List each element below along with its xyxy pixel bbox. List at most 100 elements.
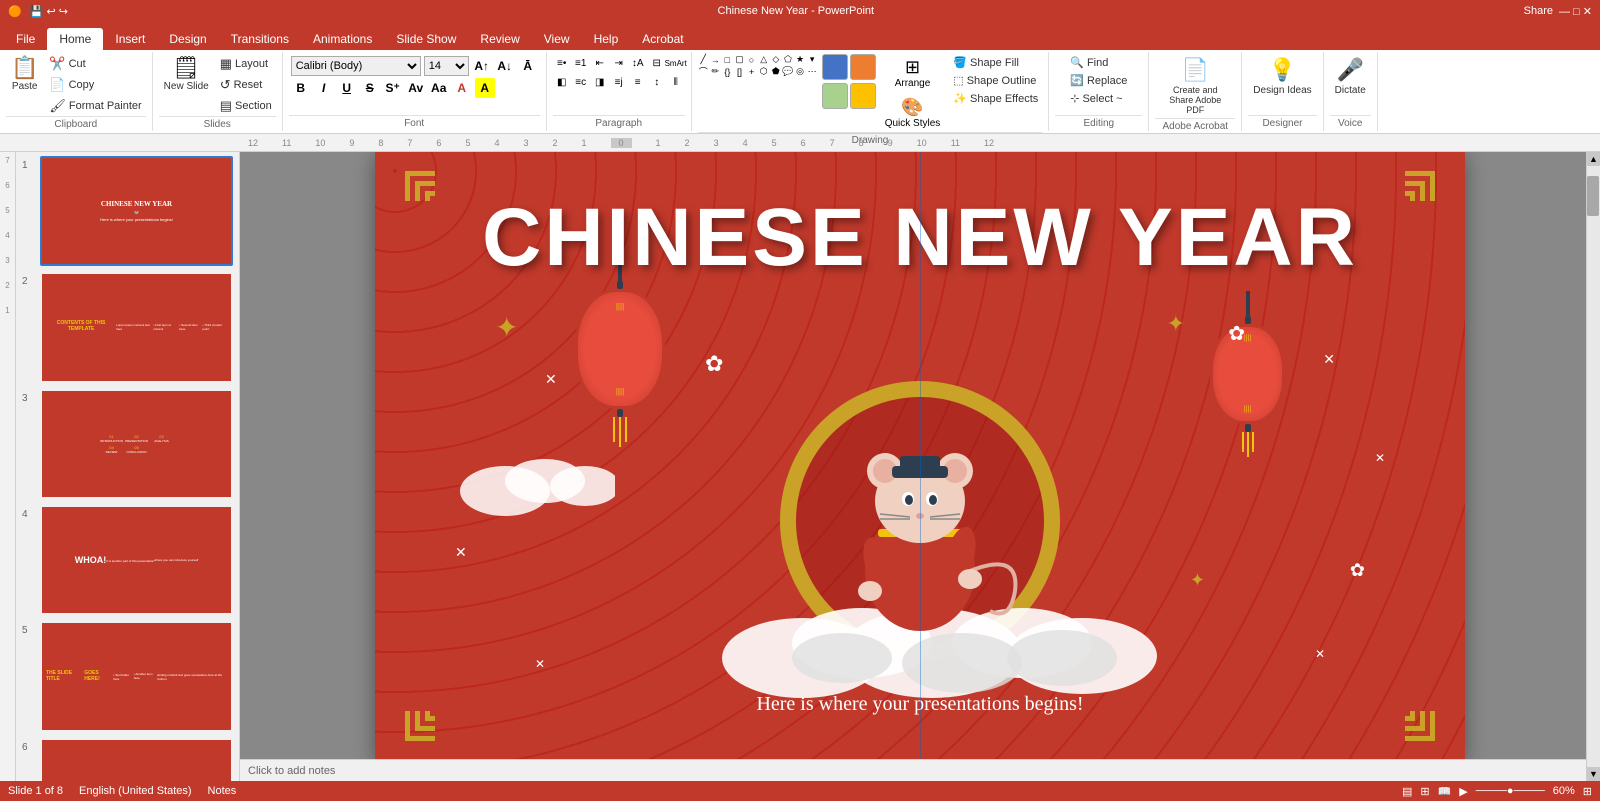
char-spacing-btn[interactable]: Av <box>406 78 426 98</box>
shape-fill-button[interactable]: 🪣 Shape Fill <box>949 54 1042 71</box>
tab-help[interactable]: Help <box>582 28 631 50</box>
view-slideshow-btn[interactable]: ▶ <box>1459 785 1467 798</box>
slide-thumb-4[interactable]: 4 WHOA! It is another part of this prese… <box>22 505 233 615</box>
tab-acrobat[interactable]: Acrobat <box>630 28 695 50</box>
slide-canvas-area[interactable]: CHINESE NEW YEAR ✦ ✕ ✕ ✕ ✕ ✕ ✕ ✦ ✦ |||| … <box>240 152 1600 759</box>
cut-button[interactable]: ✂️ Cut <box>45 54 145 74</box>
align-right-btn[interactable]: ◨ <box>591 73 609 91</box>
zoom-slider[interactable]: ────●──── <box>1476 785 1545 797</box>
align-text-btn[interactable]: ⊟ <box>648 54 666 72</box>
shape-more[interactable]: ▾ <box>807 54 818 65</box>
shape-tri[interactable]: △ <box>758 54 769 65</box>
slide-subtitle[interactable]: Here is where your presentations begins! <box>375 693 1465 716</box>
shape-donut[interactable]: ◎ <box>795 66 806 77</box>
strikethrough-btn[interactable]: S <box>360 78 380 98</box>
notes-text[interactable]: Click to add notes <box>248 765 335 777</box>
line-spacing-btn[interactable]: ↕ <box>648 73 666 91</box>
shape-octagon[interactable]: ⬟ <box>770 66 781 77</box>
tab-insert[interactable]: Insert <box>103 28 157 50</box>
main-slide[interactable]: CHINESE NEW YEAR ✦ ✕ ✕ ✕ ✕ ✕ ✕ ✦ ✦ |||| … <box>375 152 1465 759</box>
slide-thumb-6[interactable]: 6 <box>22 738 233 781</box>
copy-button[interactable]: 📄 Copy <box>45 75 145 95</box>
shape-bracket[interactable]: [] <box>734 66 745 77</box>
shape-arrow[interactable]: → <box>710 54 721 65</box>
convert-smartart-btn[interactable]: SmArt <box>667 54 685 72</box>
shape-hexagon[interactable]: ⬡ <box>758 66 769 77</box>
scroll-track[interactable] <box>1587 166 1600 767</box>
slide-thumb-3[interactable]: 3 01INTRODUCTION 02PRESENTATION 03ANALYS… <box>22 389 233 499</box>
bullets-btn[interactable]: ≡• <box>553 54 571 72</box>
slide-preview-5[interactable]: THE SLIDE TITLE GOES HERE! • Text bullet… <box>40 621 233 731</box>
slide-preview-4[interactable]: WHOA! It is another part of this present… <box>40 505 233 615</box>
shape-cross[interactable]: + <box>746 66 757 77</box>
shape-brace[interactable]: {} <box>722 66 733 77</box>
quick-styles-button[interactable]: 🎨 Quick Styles <box>880 94 946 132</box>
quickstyle-2[interactable] <box>850 54 876 80</box>
view-normal-btn[interactable]: ▤ <box>1402 785 1412 798</box>
arrange-button[interactable]: ⊞ Arrange <box>880 54 946 92</box>
font-size-select[interactable]: 14 <box>424 56 469 76</box>
tab-design[interactable]: Design <box>157 28 218 50</box>
quickstyle-4[interactable] <box>850 83 876 109</box>
align-left-btn[interactable]: ◧ <box>553 73 571 91</box>
scrollbar-vertical[interactable]: ▲ ▼ <box>1586 152 1600 781</box>
fit-btn[interactable]: ⊞ <box>1583 785 1592 798</box>
increase-indent-btn[interactable]: ⇥ <box>610 54 628 72</box>
tab-view[interactable]: View <box>532 28 582 50</box>
shape-rounded[interactable]: ▢ <box>734 54 745 65</box>
replace-button[interactable]: 🔄 Replace <box>1066 72 1131 89</box>
highlight-btn[interactable]: A <box>475 78 495 98</box>
shape-rect[interactable]: □ <box>722 54 733 65</box>
view-reading-btn[interactable]: 📖 <box>1438 785 1452 798</box>
shape-line[interactable]: ╱ <box>698 54 709 65</box>
tab-review[interactable]: Review <box>468 28 531 50</box>
slide-thumb-1[interactable]: 1 CHINESE NEW YEAR 🐭 Here is where your … <box>22 156 233 266</box>
tab-home[interactable]: Home <box>47 28 103 50</box>
slide-preview-6[interactable] <box>40 738 233 781</box>
scroll-up-btn[interactable]: ▲ <box>1587 152 1600 166</box>
columns-btn[interactable]: ⫴ <box>667 73 685 91</box>
slide-preview-1[interactable]: CHINESE NEW YEAR 🐭 Here is where your pr… <box>40 156 233 266</box>
scroll-down-btn[interactable]: ▼ <box>1587 767 1600 781</box>
shape-diamond[interactable]: ◇ <box>770 54 781 65</box>
notes-bar[interactable]: Click to add notes <box>240 759 1600 781</box>
shape-effects-button[interactable]: ✨ Shape Effects <box>949 90 1042 107</box>
bold-btn[interactable]: B <box>291 78 311 98</box>
find-button[interactable]: 🔍 Find <box>1066 54 1131 71</box>
font-decrease-btn[interactable]: A↓ <box>495 56 515 76</box>
shape-star[interactable]: ★ <box>795 54 806 65</box>
slide-thumb-5[interactable]: 5 THE SLIDE TITLE GOES HERE! • Text bull… <box>22 621 233 731</box>
slide-preview-2[interactable]: CONTENTS OF THIS TEMPLATE Lorem ipsum co… <box>40 272 233 382</box>
notes-btn[interactable]: Notes <box>208 785 237 797</box>
section-button[interactable]: ▤ Section <box>216 96 276 116</box>
reset-button[interactable]: ↺ Reset <box>216 75 276 95</box>
underline-btn[interactable]: U <box>337 78 357 98</box>
justify-btn[interactable]: ≡j <box>610 73 628 91</box>
text-direction-btn[interactable]: ↕A <box>629 54 647 72</box>
dictate-button[interactable]: 🎤 Dictate <box>1330 54 1371 99</box>
layout-button[interactable]: ▦ Layout <box>216 54 276 74</box>
shape-freeform[interactable]: ✏ <box>710 66 721 77</box>
decrease-indent-btn[interactable]: ⇤ <box>591 54 609 72</box>
shape-oval[interactable]: ○ <box>746 54 757 65</box>
tab-slideshow[interactable]: Slide Show <box>384 28 468 50</box>
quickstyle-1[interactable] <box>822 54 848 80</box>
text-shadow-btn[interactable]: S⁺ <box>383 78 403 98</box>
shape-more2[interactable]: ⋯ <box>807 66 818 77</box>
quickstyle-3[interactable] <box>822 83 848 109</box>
italic-btn[interactable]: I <box>314 78 334 98</box>
new-slide-button[interactable]: 🗒 New Slide <box>159 54 214 95</box>
font-family-select[interactable]: Calibri (Body) <box>291 56 421 76</box>
tab-transitions[interactable]: Transitions <box>219 28 301 50</box>
shape-penta[interactable]: ⬠ <box>782 54 793 65</box>
justify2-btn[interactable]: ≡ <box>629 73 647 91</box>
shape-callout[interactable]: 💬 <box>782 66 793 77</box>
shape-curve[interactable]: ⌒ <box>698 66 709 77</box>
slide-main-title[interactable]: CHINESE NEW YEAR <box>375 191 1465 285</box>
numbering-btn[interactable]: ≡1 <box>572 54 590 72</box>
format-painter-button[interactable]: 🖌 Format Painter <box>45 96 145 116</box>
scroll-thumb[interactable] <box>1587 176 1599 216</box>
paste-button[interactable]: 📋 Paste <box>6 54 43 95</box>
align-center-btn[interactable]: ≡c <box>572 73 590 91</box>
font-increase-btn[interactable]: A↑ <box>472 56 492 76</box>
